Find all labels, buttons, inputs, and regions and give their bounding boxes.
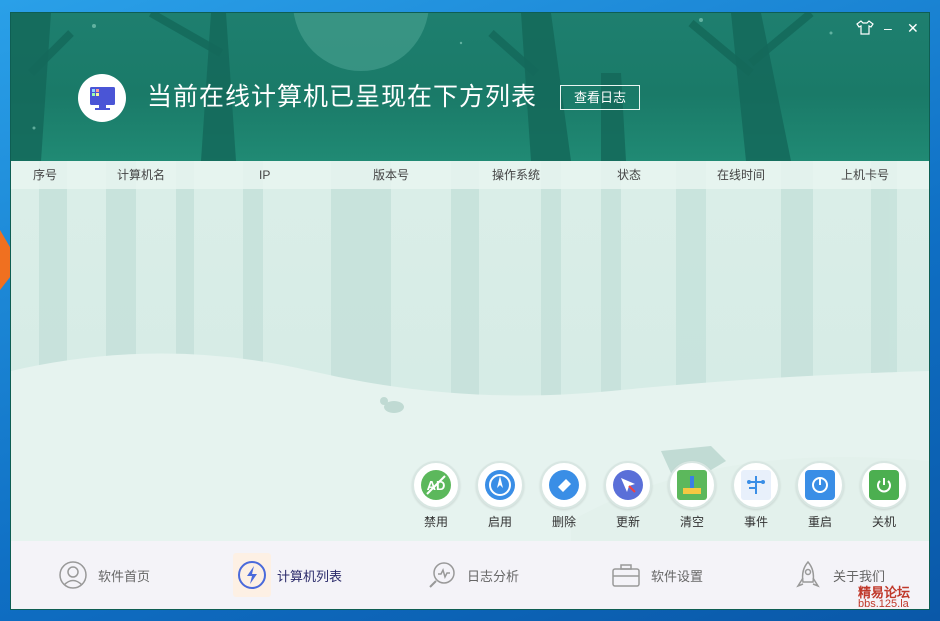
disable-label: 禁用 [423,515,448,529]
nav-item-log-analysis[interactable]: 日志分析 [427,541,537,609]
delete-button[interactable]: 删除 [540,461,588,533]
update-label: 更新 [615,515,640,529]
compass-icon [485,470,515,500]
restart-label: 重启 [807,515,832,529]
header-banner: – ✕ 当前在线计算机已呈现在下方列表 查看日志 [11,13,929,161]
event-tree-icon [741,470,771,500]
column-header-ip[interactable]: IP [259,161,270,189]
navigate-icon [613,470,643,500]
column-header-index[interactable]: 序号 [33,161,57,189]
enable-label: 启用 [487,515,512,529]
nav-item-settings[interactable]: 软件设置 [611,541,721,609]
nav-item-computer-list[interactable]: 计算机列表 [233,541,357,609]
nav-label-log-analysis: 日志分析 [467,569,520,584]
user-avatar-icon [59,561,87,589]
watermark-url: bbs.125.la [858,598,909,610]
delete-label: 删除 [551,515,576,529]
nav-label-computer-list: 计算机列表 [277,569,343,584]
disable-button[interactable]: AD 禁用 [412,461,460,533]
clean-brush-icon [677,470,707,500]
app-window: – ✕ 当前在线计算机已呈现在下方列表 查看日志 序号 计算机名 IP 版本号 … [10,12,930,610]
ad-block-icon: AD [421,470,451,500]
power-icon [869,470,899,500]
column-header-computer-name[interactable]: 计算机名 [117,161,165,189]
clear-label: 清空 [679,515,704,529]
column-header-version[interactable]: 版本号 [373,161,409,189]
event-button[interactable]: 事件 [732,461,780,533]
shutdown-label: 关机 [871,515,896,529]
rocket-icon [796,560,820,588]
minimize-button[interactable]: – [884,19,892,37]
restart-icon [805,470,835,500]
table-header: 序号 计算机名 IP 版本号 操作系统 状态 在线时间 上机卡号 [11,161,929,189]
action-toolbar: AD 禁用 启用 删除 更新 清空 [11,461,929,541]
enable-button[interactable]: 启用 [476,461,524,533]
clear-button[interactable]: 清空 [668,461,716,533]
column-header-status[interactable]: 状态 [617,161,641,189]
restart-button[interactable]: 重启 [796,461,844,533]
toolbox-icon [612,564,640,587]
column-header-card-number[interactable]: 上机卡号 [841,161,889,189]
monitor-icon [90,87,115,110]
event-label: 事件 [743,515,768,529]
shutdown-button[interactable]: 关机 [860,461,908,533]
close-button[interactable]: ✕ [907,19,919,37]
app-logo [78,74,126,122]
column-header-online-time[interactable]: 在线时间 [717,161,765,189]
lightning-icon [238,561,266,589]
nav-item-home[interactable]: 软件首页 [58,541,168,609]
column-header-os[interactable]: 操作系统 [492,161,540,189]
eraser-icon [549,470,579,500]
update-button[interactable]: 更新 [604,461,652,533]
page-title: 当前在线计算机已呈现在下方列表 [147,83,538,111]
bottom-navigation: 软件首页 计算机列表 日志分析 软件设置 关于我们 [11,541,929,609]
nav-label-home: 软件首页 [98,569,151,584]
nav-label-settings: 软件设置 [651,569,704,584]
log-analysis-icon [429,562,455,588]
view-log-button[interactable]: 查看日志 [560,85,640,110]
